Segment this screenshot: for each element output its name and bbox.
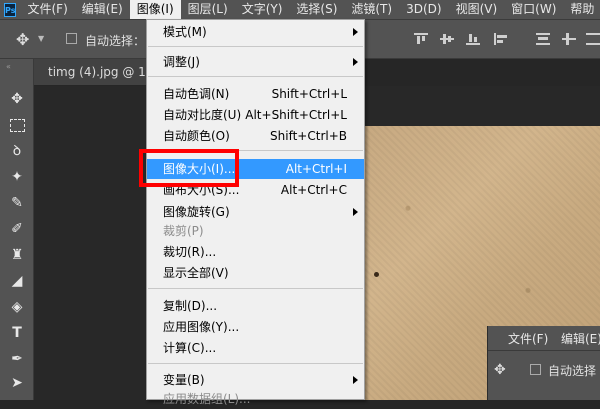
menu-item-shortcut: Alt+Shift+Ctrl+L <box>245 108 347 122</box>
menu-item-crop: 裁剪(P) <box>147 221 364 241</box>
auto-select-label: 自动选择： <box>85 34 146 48</box>
brush-tool-icon[interactable]: ✐ <box>7 219 27 239</box>
distribute-top-icon[interactable] <box>536 33 550 45</box>
menu-window[interactable]: 窗口(W) <box>504 0 563 19</box>
menu-help[interactable]: 帮助 <box>563 0 600 19</box>
align-vertical-center-icon[interactable] <box>440 33 454 45</box>
type-tool-icon[interactable]: T <box>7 323 27 343</box>
menu-file[interactable]: 文件(F) <box>20 0 74 19</box>
menu-edit[interactable]: 编辑(E) <box>75 0 130 19</box>
auto-select-checkbox[interactable] <box>66 33 77 44</box>
path-selection-tool-icon[interactable]: ➤ <box>7 373 27 393</box>
menu-3d[interactable]: 3D(D) <box>399 0 448 19</box>
menu-item-image-rotation[interactable]: 图像旋转(G) <box>147 202 364 222</box>
menu-item-adjustments[interactable]: 调整(J) <box>147 52 364 72</box>
distribute-bottom-icon[interactable] <box>586 33 600 45</box>
menu-item-duplicate[interactable]: 复制(D)... <box>147 296 364 316</box>
menu-item-shortcut: Shift+Ctrl+L <box>271 87 347 101</box>
panel-collapse-icon[interactable]: « <box>6 62 12 71</box>
eraser-tool-icon[interactable]: ◢ <box>7 271 27 291</box>
submenu-arrow-icon <box>353 58 358 66</box>
distribute-center-icon[interactable] <box>562 33 576 45</box>
menu-bar: Ps 文件(F) 编辑(E) 图像(I) 图层(L) 文字(Y) 选择(S) 滤… <box>0 0 600 20</box>
eyedropper-tool-icon[interactable]: ✎ <box>7 193 27 213</box>
lasso-tool-icon[interactable]: ꝺ <box>7 141 27 161</box>
align-top-icon[interactable] <box>414 33 428 45</box>
pen-tool-icon[interactable]: ✒ <box>7 349 27 369</box>
menu-item-label: 图像旋转(G) <box>163 205 230 219</box>
paper-spot <box>374 272 379 277</box>
paint-bucket-tool-icon[interactable]: ◈ <box>7 297 27 317</box>
menu-item-label: 自动颜色(O) <box>163 129 230 143</box>
menu-item-reveal-all[interactable]: 显示全部(V) <box>147 263 364 283</box>
menu-item-label: 显示全部(V) <box>163 266 229 280</box>
second-move-tool-icon[interactable]: ✥ <box>494 362 506 378</box>
menu-separator <box>148 46 363 47</box>
menu-item-label: 变量(B) <box>163 373 205 387</box>
menu-item-shortcut: Alt+Ctrl+I <box>285 162 347 176</box>
document-tab[interactable]: timg (4).jpg @ 1 <box>34 59 146 85</box>
tools-panel: « ✥ ꝺ ✦ ✎ ✐ ♜ ◢ ◈ T ✒ ➤ <box>0 59 34 400</box>
menu-item-label: 自动色调(N) <box>163 87 230 101</box>
menu-item-shortcut: Alt+Ctrl+C <box>280 183 347 197</box>
tool-preset-chevron-down-icon[interactable]: ▼ <box>38 34 44 43</box>
menu-item-label: 裁切(R)... <box>163 245 217 259</box>
magic-wand-tool-icon[interactable]: ✦ <box>7 167 27 187</box>
second-menu-edit[interactable]: 编辑(E) <box>561 330 600 347</box>
move-tool-icon[interactable]: ✥ <box>7 89 27 109</box>
second-auto-select-checkbox[interactable] <box>530 364 541 375</box>
menu-item-label: 调整(J) <box>163 55 200 69</box>
menu-item-label: 裁剪(P) <box>163 224 204 238</box>
menu-item-label: 应用数据组(L)... <box>163 392 251 406</box>
second-photoshop-window: 文件(F) 编辑(E) ✥ 自动选择 <box>487 326 600 400</box>
menu-layer[interactable]: 图层(L) <box>181 0 235 19</box>
marquee-tool-icon[interactable] <box>7 115 27 135</box>
menu-separator <box>148 76 363 77</box>
menu-image[interactable]: 图像(I) <box>129 0 181 19</box>
menu-item-label: 计算(C)... <box>163 341 217 355</box>
menu-item-label: 模式(M) <box>163 25 207 39</box>
menu-item-auto-color[interactable]: 自动颜色(O) Shift+Ctrl+B <box>147 126 364 146</box>
menu-filter[interactable]: 滤镜(T) <box>344 0 399 19</box>
menu-item-auto-tone[interactable]: 自动色调(N) Shift+Ctrl+L <box>147 84 364 104</box>
menu-item-variables[interactable]: 变量(B) <box>147 370 364 390</box>
second-menu-file[interactable]: 文件(F) <box>508 330 548 347</box>
clone-stamp-tool-icon[interactable]: ♜ <box>7 245 27 265</box>
menu-item-mode[interactable]: 模式(M) <box>147 22 364 42</box>
submenu-arrow-icon <box>353 376 358 384</box>
menu-item-calculations[interactable]: 计算(C)... <box>147 338 364 358</box>
move-tool-icon[interactable]: ✥ <box>16 30 29 49</box>
menu-item-trim[interactable]: 裁切(R)... <box>147 242 364 262</box>
submenu-arrow-icon <box>353 208 358 216</box>
menu-select[interactable]: 选择(S) <box>289 0 344 19</box>
menu-view[interactable]: 视图(V) <box>449 0 505 19</box>
photoshop-logo-icon: Ps <box>4 2 17 17</box>
submenu-arrow-icon <box>353 28 358 36</box>
menu-type[interactable]: 文字(Y) <box>235 0 290 19</box>
align-bottom-icon[interactable] <box>466 33 480 45</box>
image-menu-dropdown: 模式(M) 调整(J) 自动色调(N) Shift+Ctrl+L 自动对比度(U… <box>146 19 365 406</box>
menu-item-label: 自动对比度(U) <box>163 108 242 122</box>
menu-item-apply-data-set: 应用数据组(L)... <box>147 389 364 409</box>
menu-separator <box>148 288 363 289</box>
menu-item-shortcut: Shift+Ctrl+B <box>270 129 347 143</box>
second-auto-select-label: 自动选择 <box>548 364 597 378</box>
menu-item-apply-image[interactable]: 应用图像(Y)... <box>147 317 364 337</box>
menu-item-auto-contrast[interactable]: 自动对比度(U) Alt+Shift+Ctrl+L <box>147 105 364 125</box>
menu-item-label: 复制(D)... <box>163 299 218 313</box>
second-window-menu-bar: 文件(F) 编辑(E) <box>488 326 600 351</box>
menu-item-label: 应用图像(Y)... <box>163 320 240 334</box>
menu-separator <box>148 363 363 364</box>
align-left-icon[interactable] <box>494 33 508 45</box>
annotation-highlight-box <box>139 149 239 187</box>
